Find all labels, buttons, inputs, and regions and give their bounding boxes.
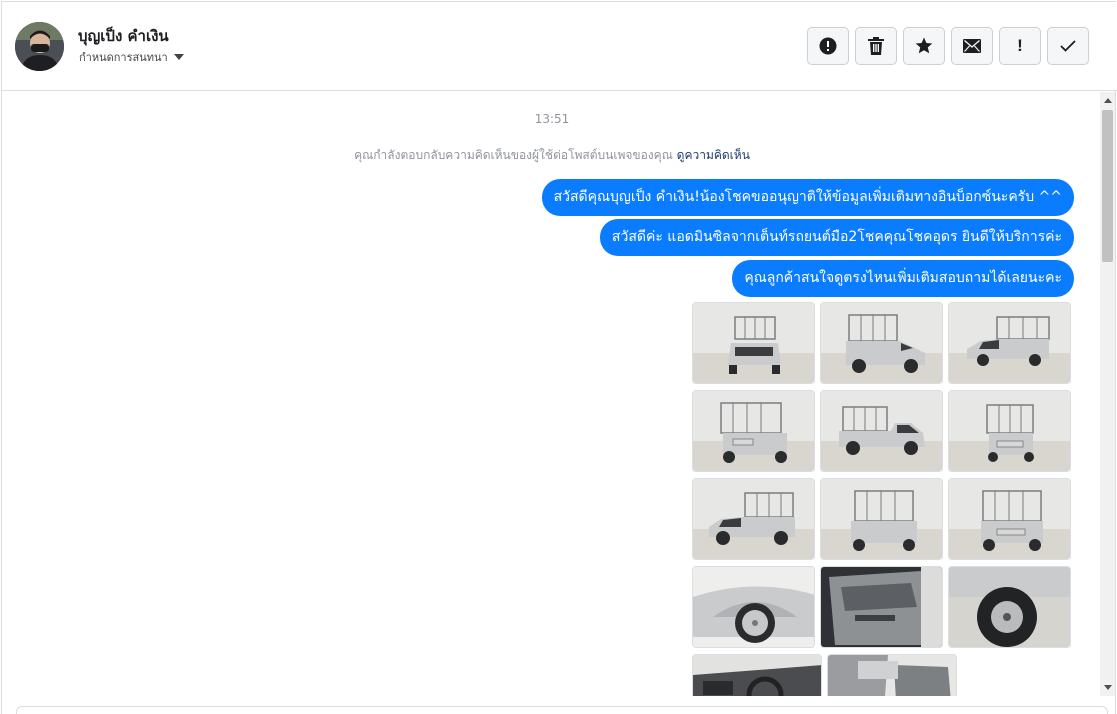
report-button[interactable] xyxy=(807,27,849,65)
car-photo[interactable] xyxy=(948,566,1071,648)
contact-name[interactable]: บุญเป็ง คำเงิน xyxy=(78,24,169,48)
delete-button[interactable] xyxy=(855,27,897,65)
star-icon xyxy=(915,37,933,54)
message-bubble[interactable]: คุณลูกค้าสนใจดูตรงไหนเพิ่มเติมสอบถามได้เ… xyxy=(732,260,1074,297)
messenger-window: บุญเป็ง คำเงิน กำหนดการสนทนา ! 13:51 คุณ… xyxy=(1,1,1117,714)
envelope-icon xyxy=(963,39,981,53)
comment-reply-notice: คุณกำลังตอบกลับความคิดเห็นของผู้ใช้ต่อโพ… xyxy=(2,146,1102,165)
thread-scrollbar[interactable] xyxy=(1100,92,1115,696)
message-thread: 13:51 คุณกำลังตอบกลับความคิดเห็นของผู้ใช… xyxy=(2,92,1102,696)
mark-unread-button[interactable] xyxy=(951,27,993,65)
alert-circle-icon xyxy=(819,37,837,55)
priority-button[interactable]: ! xyxy=(999,27,1041,65)
car-photo[interactable] xyxy=(692,302,815,384)
car-photo[interactable] xyxy=(692,566,815,648)
scroll-up-arrow-icon[interactable] xyxy=(1104,98,1112,103)
scrollbar-thumb[interactable] xyxy=(1102,110,1113,262)
car-photo[interactable] xyxy=(820,478,943,560)
car-photo[interactable] xyxy=(820,566,943,648)
car-photo[interactable] xyxy=(820,302,943,384)
notice-text: คุณกำลังตอบกลับความคิดเห็นของผู้ใช้ต่อโพ… xyxy=(354,148,673,162)
message-bubble[interactable]: สวัสดีค่ะ แอดมินซิลจากเต็นท์รถยนต์มือ2โช… xyxy=(599,219,1074,256)
avatar[interactable] xyxy=(15,22,64,71)
trash-icon xyxy=(868,37,884,55)
star-button[interactable] xyxy=(903,27,945,65)
car-photo[interactable] xyxy=(692,654,822,696)
message-composer[interactable] xyxy=(16,706,1108,714)
assign-label: กำหนดการสนทนา xyxy=(79,51,168,64)
car-photo[interactable] xyxy=(827,654,957,696)
exclamation-icon: ! xyxy=(1017,36,1023,55)
conversation-toolbar: ! xyxy=(807,27,1089,65)
car-photo[interactable] xyxy=(820,390,943,472)
conversation-header: บุญเป็ง คำเงิน กำหนดการสนทนา ! xyxy=(2,2,1117,91)
message-timestamp: 13:51 xyxy=(534,112,570,126)
view-comment-link[interactable]: ดูความคิดเห็น xyxy=(677,148,750,162)
assign-conversation-dropdown[interactable]: กำหนดการสนทนา xyxy=(79,48,184,66)
car-photo[interactable] xyxy=(692,390,815,472)
done-button[interactable] xyxy=(1047,27,1089,65)
car-photo[interactable] xyxy=(692,478,815,560)
car-photo[interactable] xyxy=(948,390,1071,472)
car-photo[interactable] xyxy=(948,478,1071,560)
caret-down-icon xyxy=(173,54,184,60)
car-photo[interactable] xyxy=(948,302,1071,384)
check-icon xyxy=(1060,40,1076,52)
message-bubble[interactable]: สวัสดีคุณบุญเป็ง คำเงิน!น้องโชคขออนุญาติ… xyxy=(541,179,1074,216)
scroll-down-arrow-icon[interactable] xyxy=(1104,685,1112,690)
